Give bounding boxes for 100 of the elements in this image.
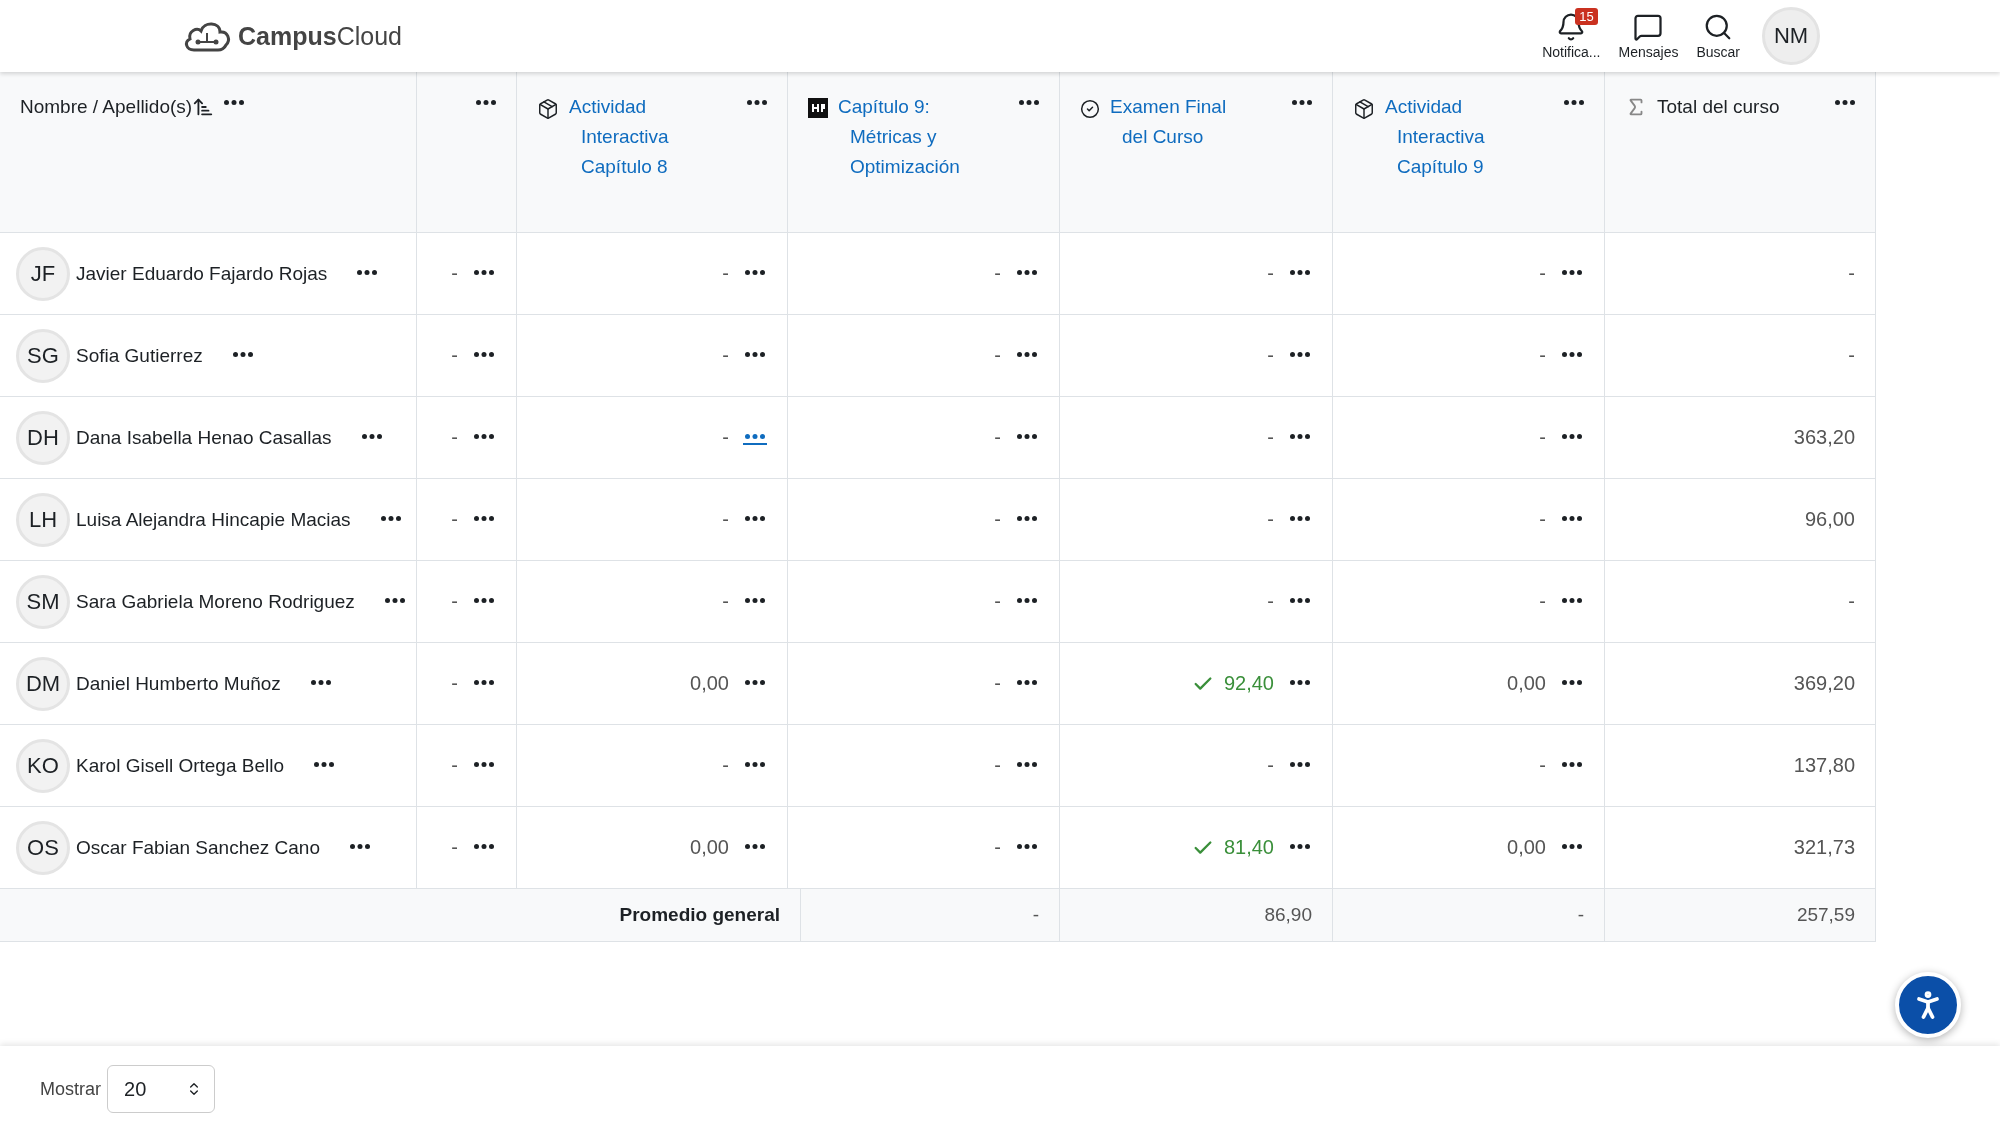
grade-value: - (1267, 508, 1274, 531)
column-header-link[interactable]: Capítulo 9: Métricas y Optimización (838, 92, 960, 182)
more-icon (1017, 762, 1037, 767)
more-icon (1019, 100, 1039, 105)
grade-value: - (1267, 590, 1274, 613)
grade-value: - (451, 836, 458, 859)
more-icon (1562, 680, 1582, 685)
more-icon (314, 762, 335, 767)
more-icon (1562, 434, 1582, 439)
grade-value: - (1539, 754, 1546, 777)
more-icon (232, 352, 253, 357)
more-icon (745, 270, 765, 275)
grade-value: - (451, 262, 458, 285)
avatar: KO (16, 738, 70, 793)
more-icon (1290, 680, 1310, 685)
grade-value: 92,40 (1223, 672, 1274, 695)
avatar: DM (16, 656, 70, 711)
more-icon (1290, 598, 1310, 603)
more-icon (1017, 680, 1037, 685)
grade-value: - (451, 508, 458, 531)
grade-value: - (451, 754, 458, 777)
avatar: JF (16, 246, 70, 301)
student-name[interactable]: Sara Gabriela Moreno Rodriguez (76, 590, 355, 613)
more-icon (1562, 598, 1582, 603)
student-name[interactable]: Luisa Alejandra Hincapie Macias (76, 508, 351, 531)
average-value: - (1577, 904, 1584, 926)
more-icon (474, 516, 494, 521)
grade-value: - (722, 590, 729, 613)
grade-value: - (994, 426, 1001, 449)
grade-value: - (994, 508, 1001, 531)
more-icon (745, 598, 765, 603)
avatar: SM (16, 574, 70, 629)
more-icon (1290, 762, 1310, 767)
sort-icon[interactable] (192, 96, 215, 118)
column-header[interactable]: Nombre / Apellido(s) (20, 96, 193, 118)
column-header-link[interactable]: Examen Final del Curso (1110, 92, 1227, 152)
student-name[interactable]: Karol Gisell Ortega Bello (76, 754, 285, 777)
box-icon (1353, 98, 1375, 120)
grade-value: - (1539, 590, 1546, 613)
grade-value: - (994, 262, 1001, 285)
more-icon (474, 352, 494, 357)
average-label: Promedio general (619, 904, 780, 926)
more-icon (1017, 844, 1037, 849)
h5p-icon (808, 98, 828, 118)
student-name[interactable]: Dana Isabella Henao Casallas (76, 426, 332, 449)
brand-name[interactable]: CampusCloud (238, 21, 402, 51)
more-icon (1564, 100, 1584, 105)
grade-value: - (722, 508, 729, 531)
column-header-link[interactable]: Actividad Interactiva Capítulo 9 (1385, 92, 1485, 182)
box-icon (537, 98, 559, 120)
avatar: DH (16, 410, 70, 465)
more-icon (1290, 270, 1310, 275)
average-value: 257,59 (1796, 904, 1855, 926)
more-icon (745, 434, 765, 439)
grade-value: - (722, 754, 729, 777)
more-icon (1017, 516, 1037, 521)
student-name[interactable]: Sofia Gutierrez (76, 344, 203, 367)
grade-value: - (722, 426, 729, 449)
grade-value: - (1539, 344, 1546, 367)
student-name[interactable]: Daniel Humberto Muñoz (76, 672, 281, 695)
grade-value: - (722, 262, 729, 285)
more-icon (1562, 516, 1582, 521)
more-icon (1290, 352, 1310, 357)
nav-button[interactable]: Buscar (1696, 12, 1740, 60)
more-icon (380, 516, 401, 521)
avatar: LH (16, 492, 70, 547)
grade-value: 81,40 (1223, 836, 1274, 859)
total-value: - (1848, 262, 1855, 285)
more-icon (745, 844, 765, 849)
more-icon (1835, 100, 1855, 105)
total-value: 363,20 (1793, 426, 1855, 449)
total-value: 321,73 (1793, 836, 1855, 859)
more-icon (361, 434, 382, 439)
page-size-select[interactable]: 20 (107, 1065, 215, 1113)
more-icon (1017, 270, 1037, 275)
more-icon (1562, 844, 1582, 849)
more-icon (1290, 516, 1310, 521)
column-header-link[interactable]: Actividad Interactiva Capítulo 8 (569, 92, 669, 182)
more-icon (474, 844, 494, 849)
more-icon (1017, 598, 1037, 603)
notification-badge: 15 (1575, 8, 1598, 25)
user-avatar[interactable]: NM (1762, 7, 1820, 65)
grade-value: - (451, 590, 458, 613)
more-icon (474, 598, 494, 603)
grade-value: - (994, 754, 1001, 777)
average-value: - (1032, 904, 1039, 926)
student-name[interactable]: Oscar Fabian Sanchez Cano (76, 836, 320, 859)
grade-value: - (994, 836, 1001, 859)
nav-button[interactable]: Mensajes (1618, 12, 1679, 60)
check-circle-icon (1080, 99, 1100, 119)
message-icon (1633, 12, 1664, 42)
student-name[interactable]: Javier Eduardo Fajardo Rojas (76, 262, 328, 285)
more-icon (747, 100, 767, 105)
grade-value: - (451, 426, 458, 449)
more-icon (1017, 352, 1037, 357)
grade-value: 0,00 (690, 672, 729, 695)
more-icon (745, 516, 765, 521)
grade-value: - (1267, 754, 1274, 777)
avatar: OS (16, 820, 70, 875)
more-icon (745, 762, 765, 767)
